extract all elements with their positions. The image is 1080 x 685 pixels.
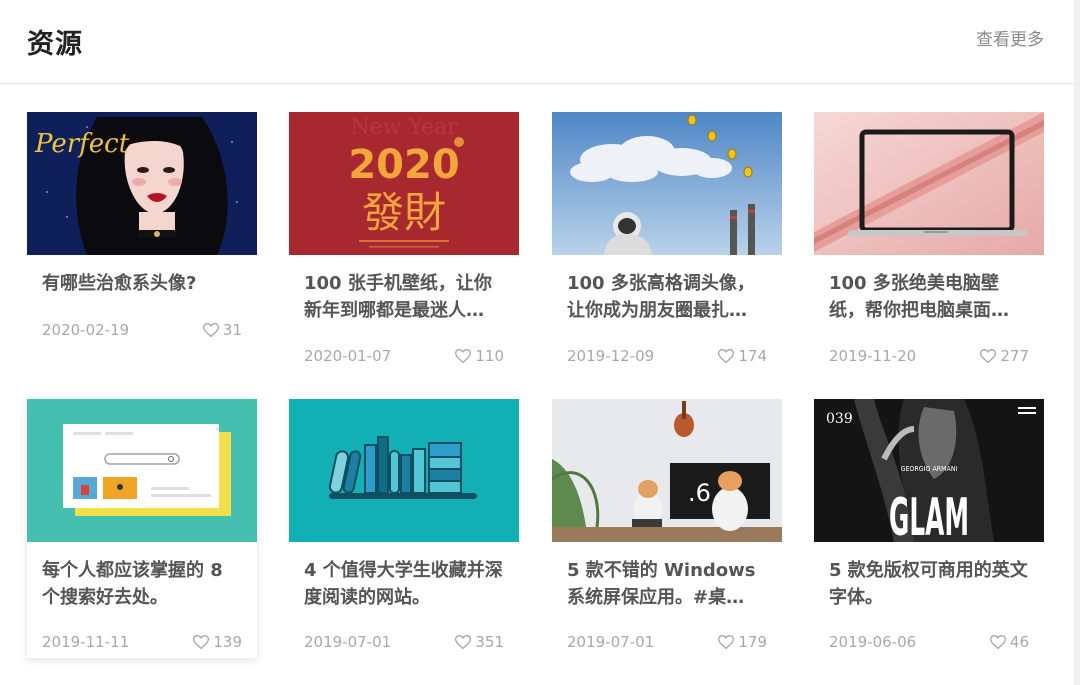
resource-card[interactable]: × 每个人都应该掌握的 8 个搜索好去处。 2019-11-11 139 bbox=[27, 399, 257, 658]
glam-typography-image: 039 GEORGIO ARMANI GLAM bbox=[814, 399, 1044, 542]
search-window-illustration: × bbox=[27, 399, 257, 542]
fortune-chars-text: 發財 bbox=[362, 188, 446, 237]
card-title[interactable]: 每个人都应该掌握的 8 个搜索好去处。 bbox=[42, 557, 247, 611]
likes-count: 110 bbox=[475, 347, 504, 365]
card-date: 2019-06-06 bbox=[829, 633, 917, 651]
card-title[interactable]: 5 款不错的 Windows 系统屏保应用。#桌… bbox=[567, 557, 772, 611]
resource-card[interactable]: 4 个值得大学生收藏并深度阅读的网站。 2019-07-01 351 bbox=[289, 399, 519, 658]
card-thumbnail[interactable]: .6 bbox=[552, 399, 782, 542]
card-likes[interactable]: 174 bbox=[718, 347, 767, 365]
resource-card[interactable]: New Year 2020 發財 100 张手机壁纸，让你新年到哪都是最迷人… … bbox=[289, 112, 519, 372]
card-thumbnail[interactable] bbox=[814, 112, 1044, 255]
heart-icon[interactable] bbox=[202, 323, 219, 337]
card-likes[interactable]: 179 bbox=[718, 633, 767, 651]
card-thumbnail[interactable] bbox=[289, 399, 519, 542]
card-title[interactable]: 100 多张绝美电脑壁纸，帮你把电脑桌面… bbox=[829, 270, 1034, 324]
heart-icon[interactable] bbox=[989, 635, 1006, 649]
likes-count: 139 bbox=[213, 633, 242, 651]
likes-count: 174 bbox=[738, 347, 767, 365]
designer-name-text: GEORGIO ARMANI bbox=[901, 465, 958, 473]
card-thumbnail[interactable] bbox=[552, 112, 782, 255]
heart-icon[interactable] bbox=[193, 635, 210, 649]
resources-page: 资源 查看更多 Perfect 有哪些治愈系头像? 2020-02-19 31 … bbox=[0, 0, 1080, 685]
card-date: 2019-11-20 bbox=[829, 347, 917, 365]
card-likes[interactable]: 31 bbox=[202, 321, 242, 339]
heart-icon[interactable] bbox=[718, 635, 735, 649]
card-thumbnail[interactable]: Perfect bbox=[27, 112, 257, 255]
card-date: 2020-02-19 bbox=[42, 321, 130, 339]
monitor-clock-text: .6 bbox=[688, 479, 711, 507]
likes-count: 31 bbox=[222, 321, 242, 339]
glam-title-text: GLAM bbox=[889, 488, 969, 542]
heart-icon[interactable] bbox=[980, 349, 997, 363]
resource-card[interactable]: Perfect 有哪些治愈系头像? 2020-02-19 31 bbox=[27, 112, 257, 342]
likes-count: 179 bbox=[738, 633, 767, 651]
resource-card[interactable]: 100 多张绝美电脑壁纸，帮你把电脑桌面… 2019-11-20 277 bbox=[814, 112, 1044, 372]
illustrated-girl-portrait-image: Perfect bbox=[27, 112, 257, 255]
heart-icon[interactable] bbox=[455, 349, 472, 363]
card-likes[interactable]: 277 bbox=[980, 347, 1029, 365]
card-likes[interactable]: 139 bbox=[193, 633, 242, 651]
resource-card[interactable]: .6 5 款不错的 Windows 系统屏保应用。#桌… 2019-07-01 … bbox=[552, 399, 782, 658]
astronaut-factory-image bbox=[552, 112, 782, 255]
card-date: 2019-11-11 bbox=[42, 633, 130, 651]
likes-count: 46 bbox=[1009, 633, 1029, 651]
new-year-header-text: New Year bbox=[350, 115, 458, 140]
card-thumbnail[interactable]: 039 GEORGIO ARMANI GLAM bbox=[814, 399, 1044, 542]
likes-count: 351 bbox=[475, 633, 504, 651]
bookshelf-illustration bbox=[289, 399, 519, 542]
perfect-script-text: Perfect bbox=[34, 129, 130, 159]
card-likes[interactable]: 46 bbox=[989, 633, 1029, 651]
card-title[interactable]: 4 个值得大学生收藏并深度阅读的网站。 bbox=[304, 557, 509, 611]
card-thumbnail[interactable]: New Year 2020 發財 bbox=[289, 112, 519, 255]
new-year-fortune-image: New Year 2020 發財 bbox=[289, 112, 519, 255]
scrollbar-track[interactable] bbox=[1074, 0, 1080, 685]
resource-card[interactable]: 100 多张高格调头像，让你成为朋友圈最扎… 2019-12-09 174 bbox=[552, 112, 782, 372]
card-thumbnail[interactable]: × bbox=[27, 399, 257, 542]
svg-text:×: × bbox=[215, 426, 220, 433]
cats-desk-image: .6 bbox=[552, 399, 782, 542]
likes-count: 277 bbox=[1000, 347, 1029, 365]
resource-card[interactable]: 039 GEORGIO ARMANI GLAM 5 款免版权可商用的英文字体。 … bbox=[814, 399, 1044, 658]
card-title[interactable]: 100 张手机壁纸，让你新年到哪都是最迷人… bbox=[304, 270, 509, 324]
heart-icon[interactable] bbox=[718, 349, 735, 363]
section-header: 资源 查看更多 bbox=[0, 0, 1074, 84]
card-date: 2020-01-07 bbox=[304, 347, 392, 365]
card-title[interactable]: 5 款免版权可商用的英文字体。 bbox=[829, 557, 1034, 611]
card-likes[interactable]: 351 bbox=[455, 633, 504, 651]
card-date: 2019-12-09 bbox=[567, 347, 655, 365]
card-date: 2019-07-01 bbox=[567, 633, 655, 651]
heart-icon[interactable] bbox=[455, 635, 472, 649]
card-title[interactable]: 有哪些治愈系头像? bbox=[42, 270, 247, 297]
year-2020-text: 2020 bbox=[348, 142, 459, 188]
resource-grid: Perfect 有哪些治愈系头像? 2020-02-19 31 New Year… bbox=[27, 112, 1044, 658]
card-date: 2019-07-01 bbox=[304, 633, 392, 651]
issue-number-text: 039 bbox=[826, 411, 853, 427]
card-likes[interactable]: 110 bbox=[455, 347, 504, 365]
pink-laptop-image bbox=[814, 112, 1044, 255]
section-title: 资源 bbox=[27, 29, 83, 60]
view-more-link[interactable]: 查看更多 bbox=[976, 25, 1044, 50]
card-title[interactable]: 100 多张高格调头像，让你成为朋友圈最扎… bbox=[567, 270, 772, 324]
